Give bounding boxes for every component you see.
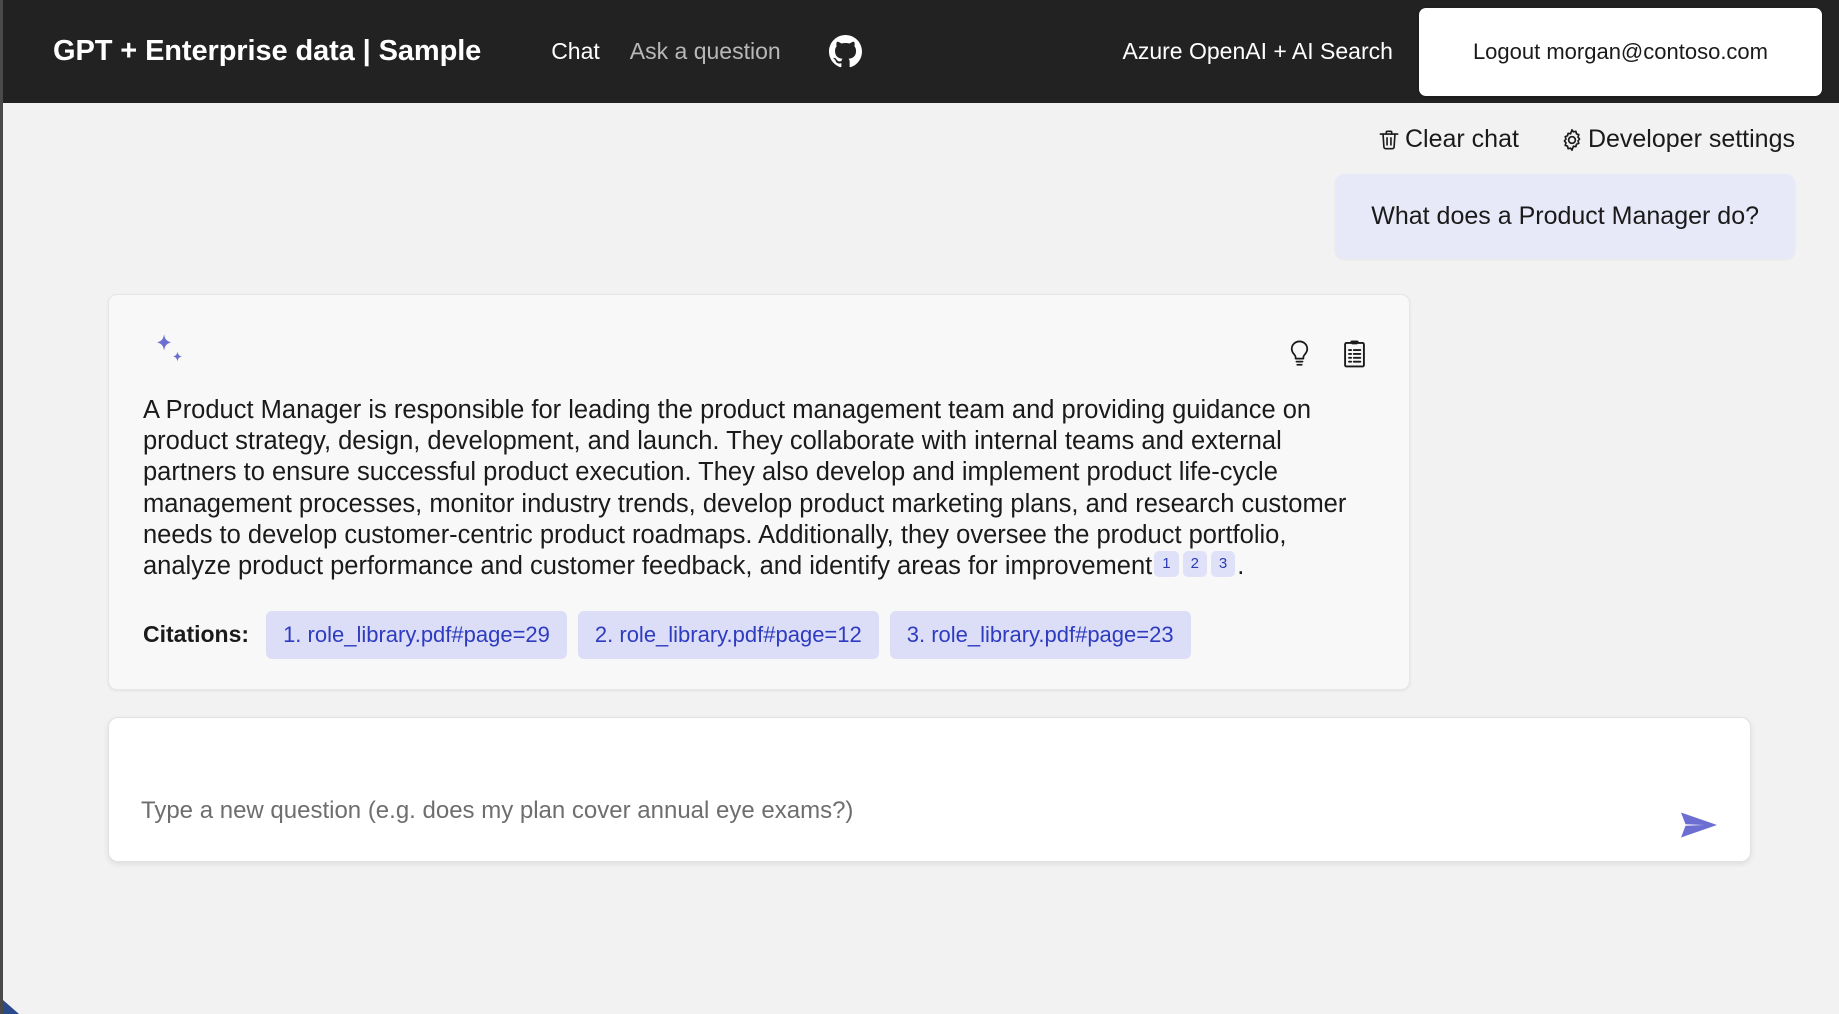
clear-chat-button[interactable]: Clear chat	[1376, 125, 1519, 154]
lightbulb-icon	[1286, 339, 1313, 370]
answer-text: A Product Manager is responsible for lea…	[143, 395, 1372, 583]
supporting-content-button[interactable]	[1341, 339, 1368, 370]
answer-card: A Product Manager is responsible for lea…	[108, 293, 1410, 690]
app-root: GPT + Enterprise data | Sample Chat Ask …	[0, 0, 1839, 1014]
question-input-wrap	[3, 690, 1795, 862]
nav-link-ask-a-question[interactable]: Ask a question	[630, 38, 781, 65]
nav-link-chat[interactable]: Chat	[551, 38, 600, 65]
thought-process-button[interactable]	[1286, 339, 1313, 370]
citations-row: Citations: 1. role_library.pdf#page=29 2…	[143, 610, 1372, 659]
gear-icon	[1559, 127, 1585, 153]
chat-area: What does a Product Manager do? A Produc…	[3, 154, 1839, 1014]
inline-citation-2[interactable]: 2	[1182, 551, 1207, 578]
answer-actions	[1286, 339, 1368, 370]
header-subtitle: Azure OpenAI + AI Search	[1122, 38, 1393, 64]
citation-chip-3[interactable]: 3. role_library.pdf#page=23	[889, 610, 1191, 659]
citations-label: Citations:	[143, 621, 250, 648]
developer-settings-label: Developer settings	[1587, 125, 1795, 153]
citation-chip-2[interactable]: 2. role_library.pdf#page=12	[577, 610, 879, 659]
answer-card-header	[143, 329, 1372, 373]
sparkle-icon	[143, 329, 191, 373]
question-input[interactable]	[109, 717, 1750, 861]
clipboard-icon	[1341, 339, 1368, 370]
page-title: GPT + Enterprise data | Sample	[53, 35, 482, 67]
developer-settings-button[interactable]: Developer settings	[1559, 125, 1795, 154]
inline-citation-1[interactable]: 1	[1154, 551, 1179, 578]
trash-icon	[1376, 127, 1402, 153]
github-link[interactable]	[811, 35, 862, 68]
clear-chat-label: Clear chat	[1404, 125, 1519, 153]
header-right: Azure OpenAI + AI Search Logout morgan@c…	[1123, 0, 1839, 103]
header-nav: Chat Ask a question	[551, 35, 862, 68]
user-message-row: What does a Product Manager do?	[3, 174, 1795, 259]
inline-citation-3[interactable]: 3	[1210, 551, 1236, 578]
answer-row: A Product Manager is responsible for lea…	[3, 293, 1795, 690]
logout-button[interactable]: Logout morgan@contoso.com	[1418, 7, 1822, 96]
user-message-bubble: What does a Product Manager do?	[1335, 174, 1795, 259]
send-icon	[1678, 809, 1720, 841]
command-bar: Clear chat Developer settings	[3, 103, 1839, 154]
app-header: GPT + Enterprise data | Sample Chat Ask …	[3, 0, 1839, 103]
send-question-button[interactable]	[1678, 809, 1720, 841]
answer-body-tail: .	[1237, 552, 1245, 581]
github-icon	[828, 35, 862, 68]
citation-chip-1[interactable]: 1. role_library.pdf#page=29	[266, 610, 567, 659]
question-input-container[interactable]	[108, 716, 1751, 862]
